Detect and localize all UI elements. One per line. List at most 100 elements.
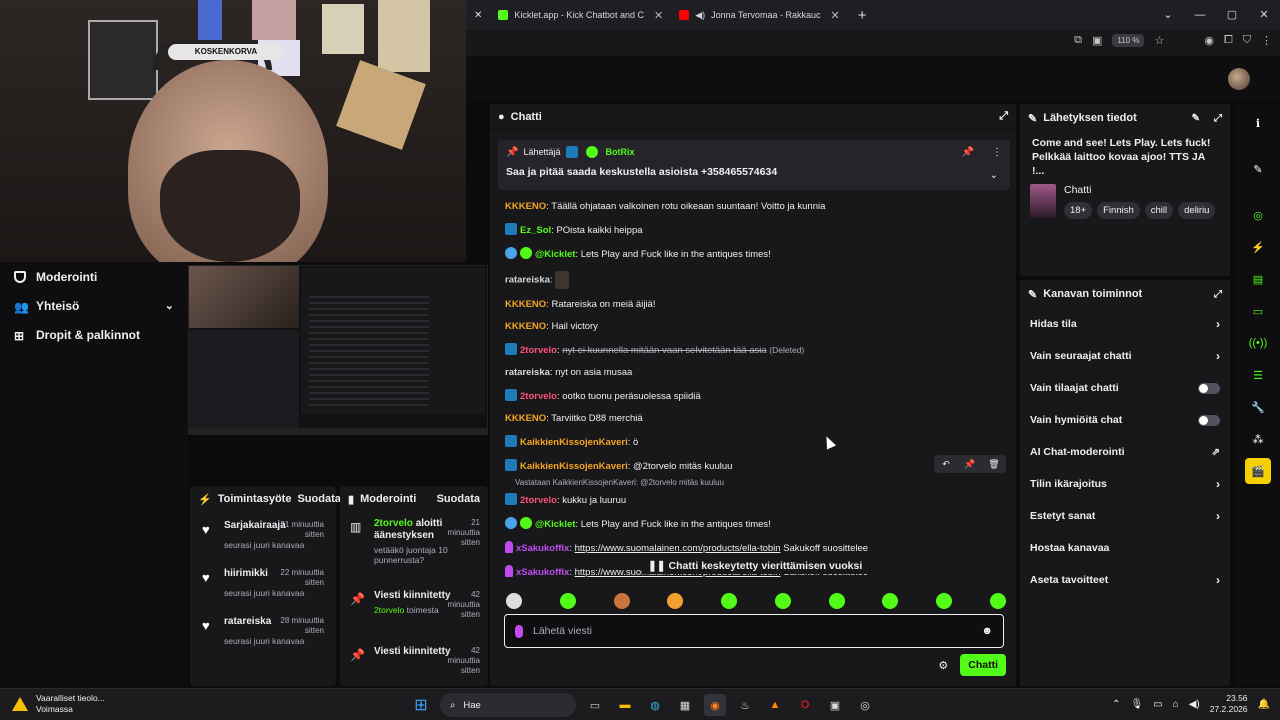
chat-username[interactable]: KaikkienKissojenKaveri — [520, 437, 628, 448]
chat-message[interactable]: KaikkienKissojenKaveri: @2torvelo mitäs … — [498, 454, 1010, 478]
filter-button[interactable]: Suodata — [437, 493, 480, 505]
menu-icon[interactable]: ⋮ — [1261, 34, 1272, 47]
screenshot-icon[interactable]: ▣ — [1092, 34, 1102, 47]
toggle-switch[interactable] — [1198, 414, 1220, 426]
maximize-icon[interactable]: ▢ — [1216, 0, 1248, 30]
filter-button[interactable]: Suodata — [297, 493, 340, 505]
category-name[interactable]: Chatti — [1064, 184, 1215, 196]
chat-username[interactable]: KKKENO — [505, 201, 546, 212]
chat-input-box[interactable]: ☻ — [504, 614, 1004, 648]
taskbar-search[interactable]: ⌕ Hae — [440, 693, 576, 717]
unpin-icon[interactable]: 📌 — [962, 147, 974, 158]
reply-icon[interactable]: ↶ — [934, 455, 958, 473]
browser-tab-youtube[interactable]: ◀) Jonna Tervomaa - Rakkauc ✕ — [671, 0, 848, 30]
pencil-icon[interactable]: ✎ — [1245, 156, 1271, 182]
microphone-icon[interactable] — [515, 624, 523, 638]
edit-icon[interactable]: ✎ — [1192, 113, 1200, 124]
settings-gear-icon[interactable]: ⚙ — [938, 659, 948, 672]
obs-icon[interactable]: ◎ — [854, 694, 876, 716]
channel-action-item[interactable]: Tilin ikärajoitus › — [1020, 468, 1230, 500]
network-icon[interactable]: ⌂ — [1173, 699, 1179, 710]
store-icon[interactable]: ▦ — [674, 694, 696, 716]
chat-message[interactable]: KKKENO: Tarviitko D88 merchiä — [498, 408, 1010, 430]
weather-warning[interactable]: Vaaralliset tieolo... Voimassa — [12, 693, 105, 715]
category-thumbnail[interactable] — [1030, 184, 1056, 218]
new-tab-icon[interactable]: + — [848, 7, 877, 24]
more-options-icon[interactable]: ⋮ — [992, 147, 1002, 158]
stream-tag[interactable]: chill — [1144, 202, 1174, 219]
external-link-icon[interactable]: ⇗ — [1212, 447, 1220, 458]
chevron-down-icon[interactable]: ⌄ — [990, 170, 998, 181]
send-chat-button[interactable]: Chatti — [960, 654, 1006, 676]
nav-item-drops[interactable]: ⊞ Dropit & palkinnot — [0, 320, 188, 349]
clock[interactable]: 23.56 27.2.2026 — [1210, 693, 1248, 715]
windows-start-icon[interactable]: ⊞ — [410, 694, 432, 716]
edge-browser-icon[interactable]: ◍ — [644, 694, 666, 716]
chat-icon[interactable]: ▭ — [1245, 298, 1271, 324]
info-icon[interactable]: ℹ — [1245, 110, 1271, 136]
chat-username[interactable]: ratareiska — [505, 275, 550, 286]
tab-list-chevron-down-icon[interactable]: ⌄ — [1152, 0, 1184, 30]
chevron-right-icon[interactable]: › — [1216, 573, 1220, 587]
steam-icon[interactable]: ♨ — [734, 694, 756, 716]
chat-link[interactable]: https://www.suomalainen.com/products/ell… — [575, 543, 781, 554]
chat-username[interactable]: KKKENO — [505, 321, 546, 332]
browser-tab-kicklet[interactable]: Kicklet.app - Kick Chatbot and C ✕ — [490, 0, 671, 30]
close-window-icon[interactable]: ✕ — [1248, 0, 1280, 30]
chat-username[interactable]: @Kicklet — [535, 249, 575, 260]
chat-username[interactable]: ratareiska — [505, 367, 550, 378]
task-view-icon[interactable]: ▭ — [584, 694, 606, 716]
chat-message[interactable]: 2torvelo: ootko tuonu peräsuolessa spiid… — [498, 384, 1010, 408]
popout-icon[interactable]: ⤢ — [999, 110, 1008, 123]
moderator-name[interactable]: 2torvelo — [374, 518, 413, 529]
chat-username[interactable]: 2torvelo — [520, 495, 557, 506]
quick-emote-icon[interactable] — [936, 593, 953, 609]
channel-action-item[interactable]: Aseta tavoitteet › — [1020, 564, 1230, 596]
chat-username[interactable]: xSakukoffix — [516, 567, 569, 578]
chevron-right-icon[interactable]: › — [1216, 509, 1220, 523]
close-icon[interactable]: ✕ — [466, 10, 490, 21]
popout-icon[interactable]: ⤢ — [1214, 113, 1222, 124]
close-tab-icon[interactable]: ✕ — [654, 9, 663, 22]
chat-paused-banner[interactable]: ❚❚ Chatti keskeytetty vierittämisen vuok… — [642, 558, 869, 574]
opera-icon[interactable]: O — [794, 694, 816, 716]
quick-emote-icon[interactable] — [613, 593, 630, 609]
document-icon[interactable]: ▤ — [1245, 266, 1271, 292]
chat-message[interactable]: 2torvelo: kukku ja luuruu — [498, 488, 1010, 512]
chat-username[interactable]: Ez_Sol — [520, 225, 551, 236]
chat-message-input[interactable] — [533, 625, 972, 637]
nav-item-moderation[interactable]: Moderointi — [0, 262, 188, 291]
channel-action-item[interactable]: Vain hymiöitä chat — [1020, 404, 1230, 436]
bookmark-star-icon[interactable]: ☆ — [1154, 34, 1164, 47]
channel-action-item[interactable]: Hostaa kanavaa — [1020, 532, 1230, 564]
channel-action-item[interactable]: Estetyt sanat › — [1020, 500, 1230, 532]
file-explorer-icon[interactable]: ▬ — [614, 694, 636, 716]
chat-message[interactable]: KKKENO: Ratareiska on meiä äijiä! — [498, 294, 1010, 316]
microphone-icon[interactable]: 🎙 — [1130, 699, 1143, 710]
shield-icon[interactable]: ⛉ — [1243, 34, 1251, 47]
quick-emote-icon[interactable] — [828, 593, 845, 609]
chat-username[interactable]: KKKENO — [505, 299, 546, 310]
notification-bell-icon[interactable]: 🔔 — [1258, 699, 1270, 710]
vlc-icon[interactable]: ▲ — [764, 694, 786, 716]
display-icon[interactable]: ▭ — [1153, 699, 1162, 710]
chat-message[interactable]: KKKENO: Hail victory — [498, 316, 1010, 338]
chat-username[interactable]: 2torvelo — [520, 391, 557, 402]
emoji-picker-icon[interactable]: ☻ — [981, 625, 993, 637]
channel-action-item[interactable]: Vain tilaajat chatti — [1020, 372, 1230, 404]
chat-username[interactable]: @Kicklet — [535, 519, 575, 530]
stream-tag[interactable]: Finnish — [1097, 202, 1140, 219]
pinned-message[interactable]: 📌 Lähettäjä BotRix 📌 ⋮ Saa ja pitää saad… — [498, 140, 1010, 190]
channel-action-item[interactable]: Vain seuraajat chatti › — [1020, 340, 1230, 372]
lightning-icon[interactable]: ⚡ — [1245, 234, 1271, 260]
chat-message[interactable]: ratareiska: — [498, 266, 1010, 294]
picture-in-picture-icon[interactable]: ⧉ — [1074, 34, 1082, 47]
stream-tag[interactable]: deliriu — [1178, 202, 1216, 219]
chevron-right-icon[interactable]: › — [1216, 349, 1220, 363]
chevron-right-icon[interactable]: › — [1216, 477, 1220, 491]
clapperboard-icon[interactable]: 🎬 — [1245, 458, 1271, 484]
account-icon[interactable]: ◉ — [1204, 34, 1214, 47]
chat-message[interactable]: ratareiska: nyt on asia musaa — [498, 362, 1010, 384]
close-tab-icon[interactable]: ✕ — [831, 9, 840, 22]
chat-message[interactable]: @Kicklet: Lets Play and Fuck like in the… — [498, 242, 1010, 266]
